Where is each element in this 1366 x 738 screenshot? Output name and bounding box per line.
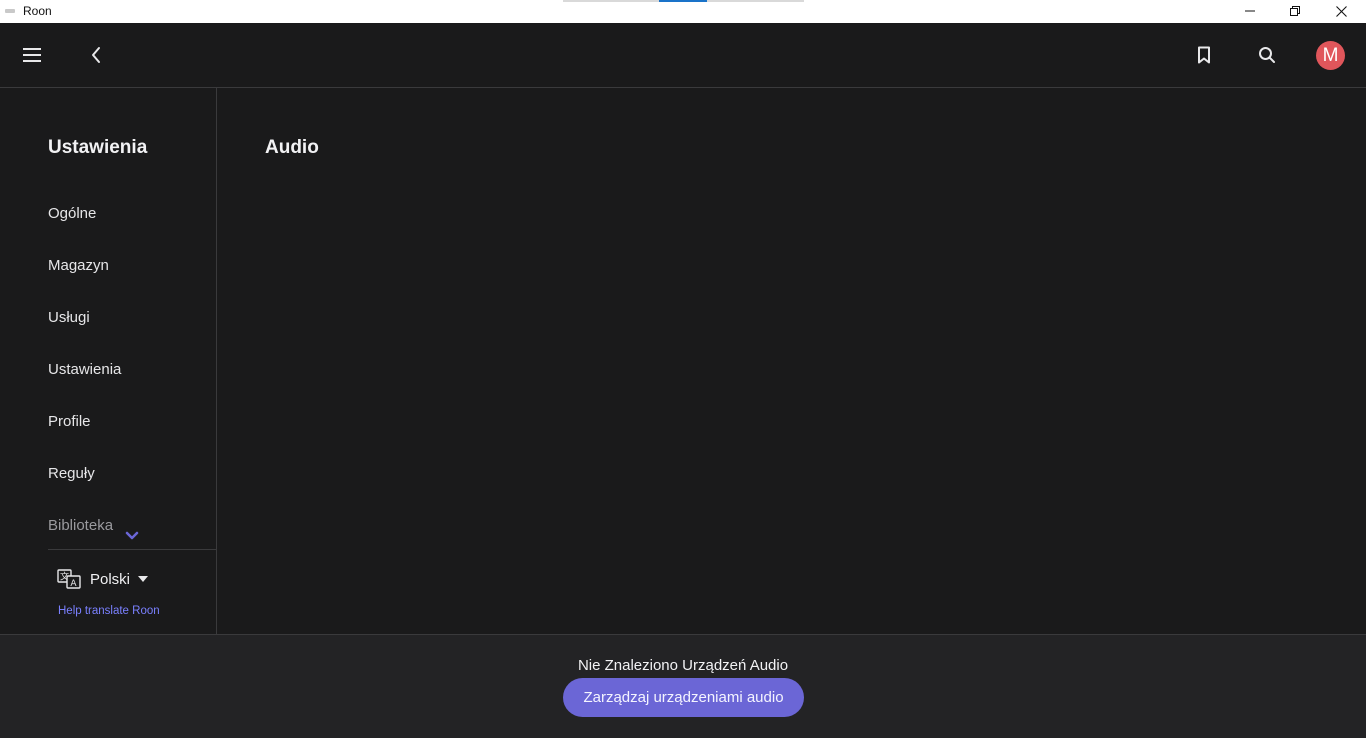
window-tab-strip [563, 0, 804, 2]
search-button[interactable] [1249, 37, 1285, 73]
window-titlebar: Roon [0, 0, 1366, 23]
back-button[interactable] [78, 37, 114, 73]
app-header: M [0, 23, 1366, 88]
manage-audio-devices-button[interactable]: Zarządzaj urządzeniami audio [563, 678, 804, 717]
avatar[interactable]: M [1316, 41, 1345, 70]
window-title: Roon [23, 4, 52, 18]
close-icon [1335, 5, 1347, 17]
caret-down-icon [138, 576, 149, 582]
chevron-down-icon [125, 531, 139, 540]
close-button[interactable] [1318, 0, 1364, 22]
language-selector[interactable]: 文 A Polski [57, 568, 149, 590]
help-translate-link[interactable]: Help translate Roon [58, 605, 160, 617]
sidebar-divider [48, 549, 217, 550]
sidebar-item-general[interactable]: Ogólne [48, 205, 96, 222]
maximize-icon [1290, 6, 1300, 16]
window-tab-indicator [659, 0, 707, 2]
language-label: Polski [90, 570, 131, 588]
audio-status-bar: Nie Znaleziono Urządzeń Audio Zarządzaj … [0, 634, 1366, 738]
sidebar-item-settings[interactable]: Ustawienia [48, 361, 121, 378]
bookmark-icon [1198, 46, 1210, 64]
maximize-button[interactable] [1272, 0, 1318, 22]
translate-icon: 文 A [57, 568, 81, 589]
minimize-icon [1245, 10, 1255, 12]
page-title: Audio [265, 137, 319, 158]
minimize-button[interactable] [1227, 0, 1273, 22]
no-audio-devices-message: Nie Znaleziono Urządzeń Audio [577, 657, 789, 674]
app-icon [5, 9, 15, 13]
sidebar-item-library[interactable]: Biblioteka [48, 517, 113, 534]
menu-button[interactable] [14, 37, 50, 73]
sidebar-item-storage[interactable]: Magazyn [48, 257, 109, 274]
menu-icon [23, 48, 41, 62]
sidebar-item-profiles[interactable]: Profile [48, 413, 91, 430]
bookmark-button[interactable] [1186, 37, 1222, 73]
back-icon [92, 47, 100, 63]
sidebar-title: Ustawienia [48, 137, 148, 158]
sidebar-item-rules[interactable]: Reguły [48, 465, 95, 482]
search-icon [1259, 47, 1275, 63]
settings-sidebar: Ustawienia Ogólne Magazyn Usługi Ustawie… [0, 88, 217, 634]
sidebar-item-services[interactable]: Usługi [48, 309, 90, 326]
expand-more-button[interactable] [124, 528, 140, 540]
svg-text:A: A [70, 579, 77, 589]
